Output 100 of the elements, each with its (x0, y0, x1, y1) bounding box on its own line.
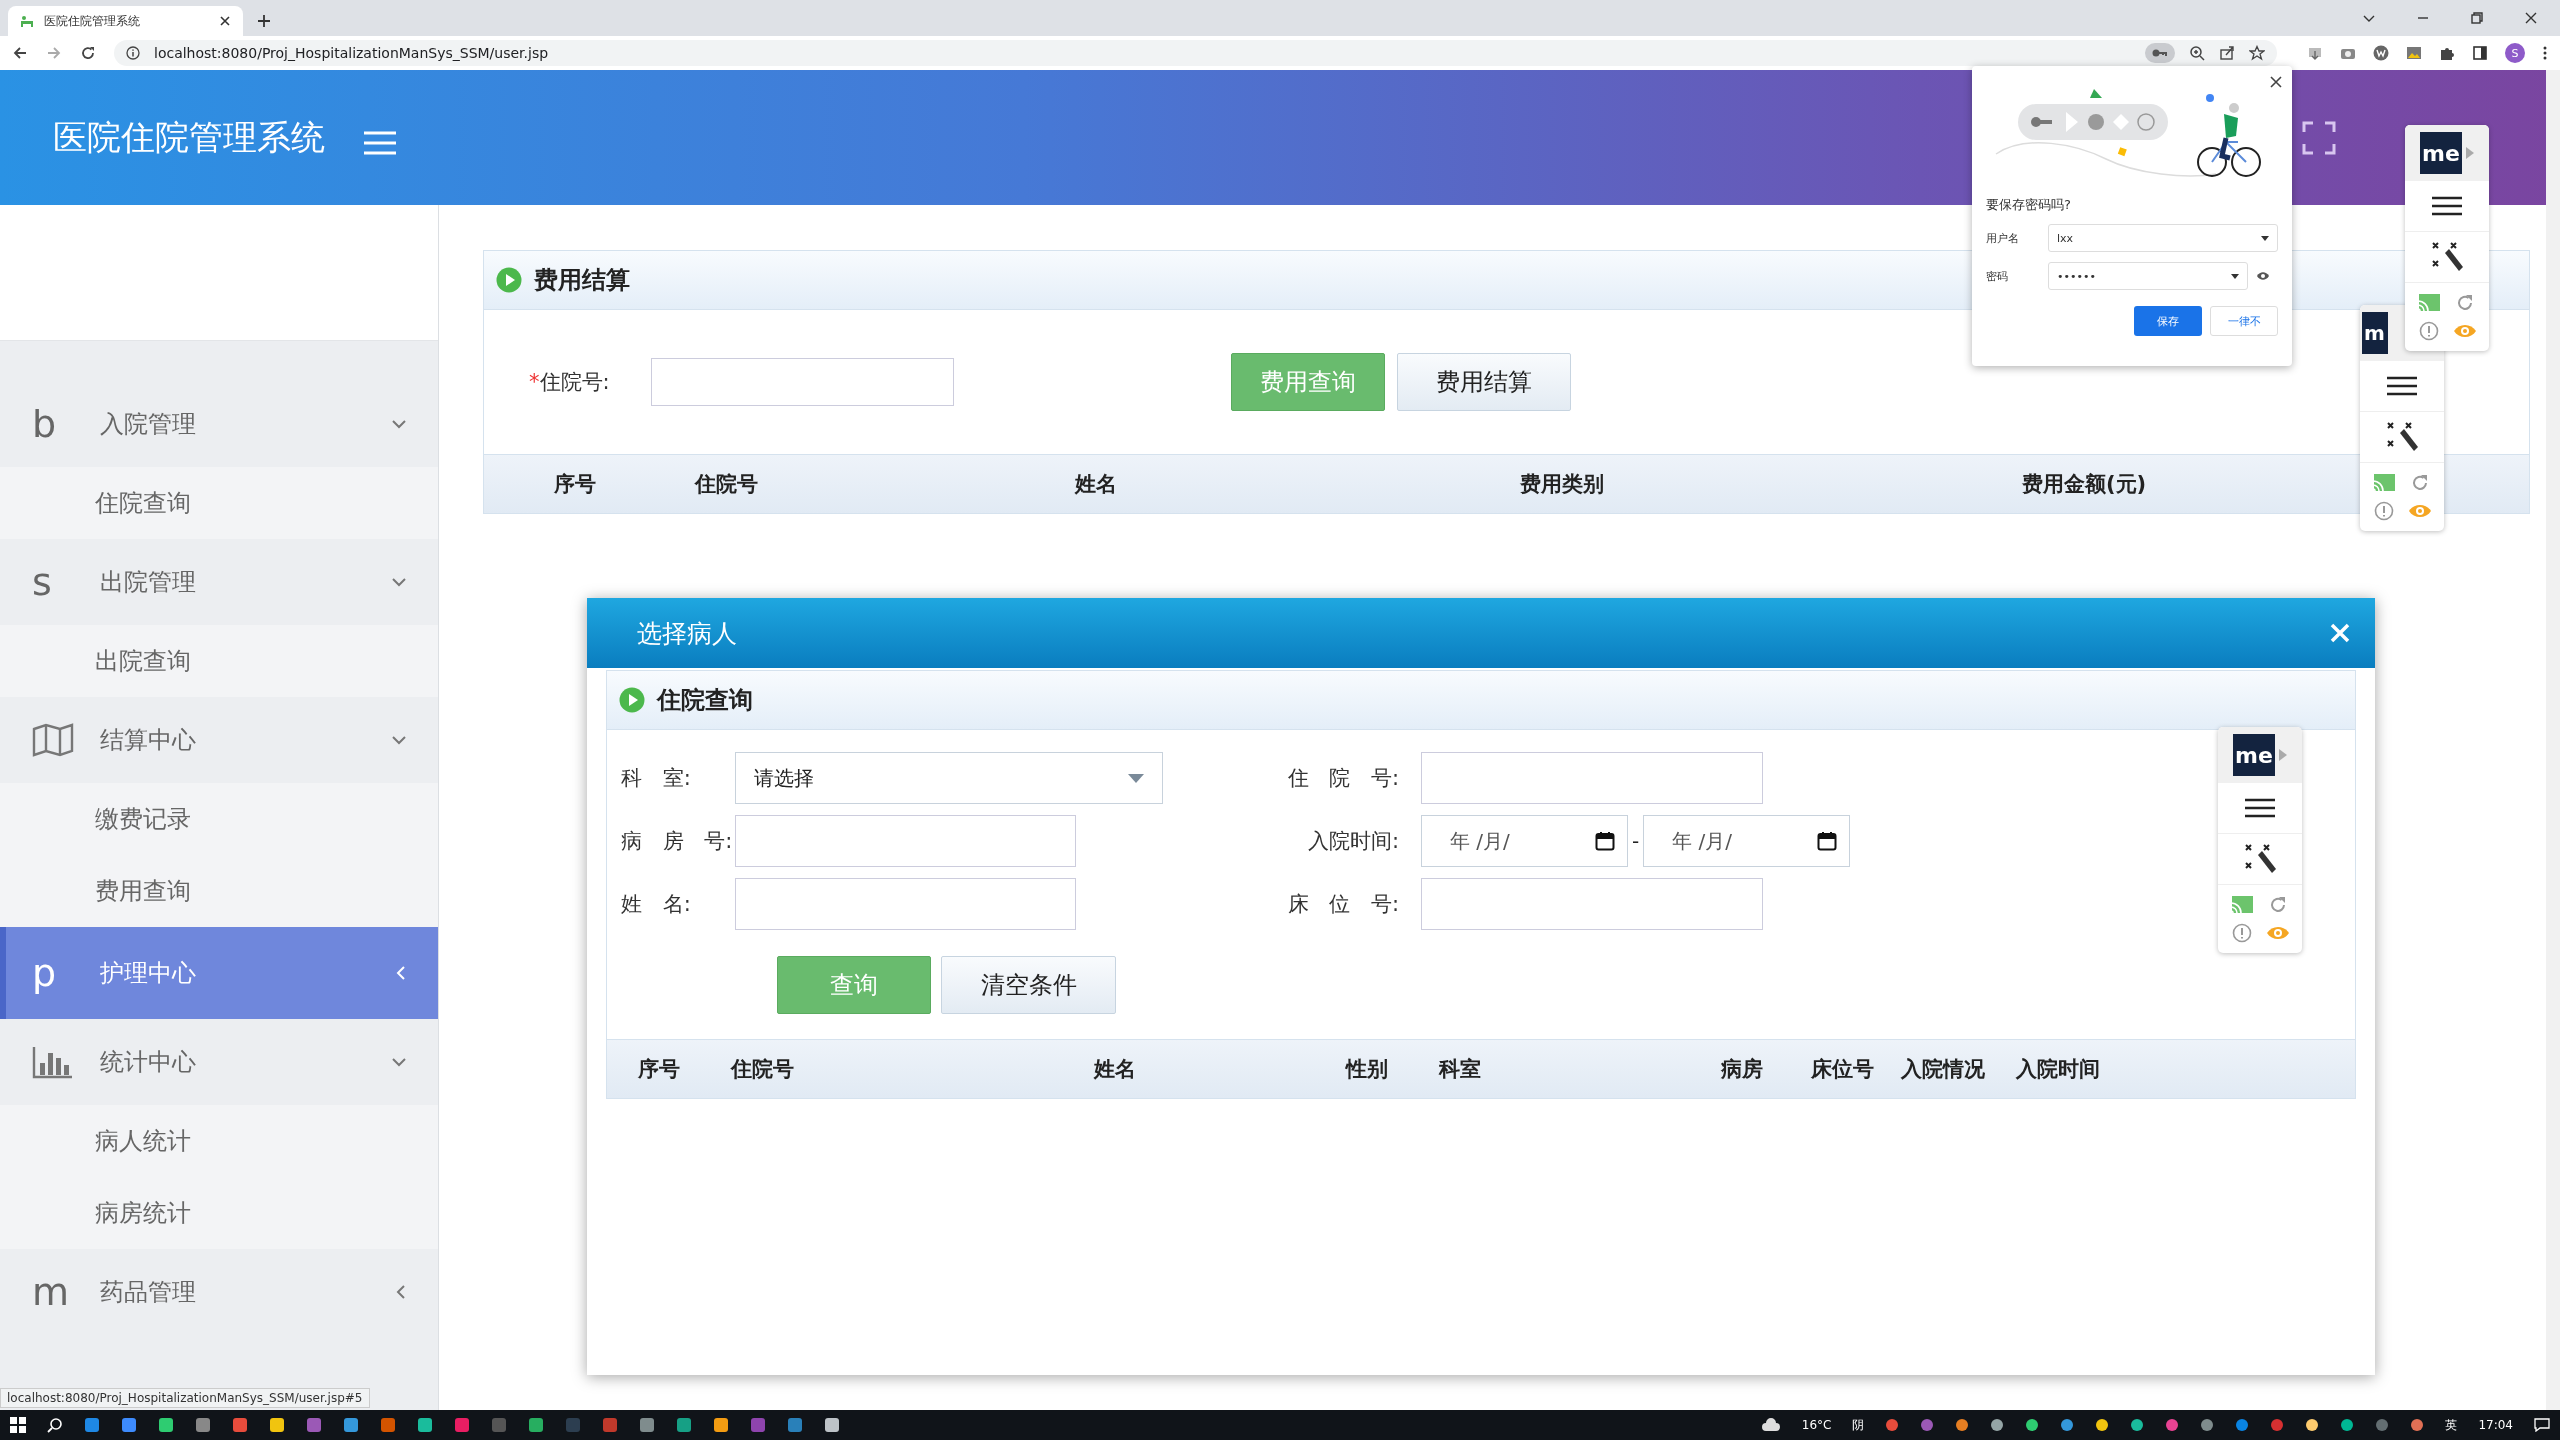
fullscreen-icon[interactable] (2302, 120, 2336, 155)
sidebar-menu-item[interactable]: m 药品管理 (0, 1249, 438, 1335)
close-icon[interactable] (2270, 76, 2282, 88)
date-field[interactable]: 年 /月/ (1421, 815, 1628, 867)
alert-circle-icon[interactable] (2374, 501, 2394, 521)
username-field[interactable]: lxx (2048, 224, 2278, 252)
zoom-icon[interactable] (2189, 45, 2205, 61)
tray-icon[interactable] (2025, 1418, 2040, 1432)
alert-circle-icon[interactable] (2419, 321, 2439, 341)
tray-icon[interactable] (2060, 1418, 2075, 1432)
sidebar-menu-item[interactable]: p 护理中心 (0, 927, 438, 1019)
app-icon[interactable] (158, 1417, 174, 1433)
popup-button[interactable]: 保存 (2134, 306, 2202, 336)
action-button[interactable]: 清空条件 (941, 956, 1116, 1014)
image-icon[interactable] (2406, 45, 2422, 61)
notification-icon[interactable] (2534, 1418, 2550, 1432)
date-field[interactable]: 年 /月/ (1643, 815, 1851, 867)
tray-icon[interactable] (2200, 1418, 2215, 1432)
more-vertical-icon[interactable] (2542, 45, 2548, 61)
input-method-indicator[interactable]: 英 (2445, 1416, 2458, 1434)
column-header: 床位号 (1811, 1056, 1874, 1083)
field-label: 姓 名: (621, 891, 692, 918)
w-badge-icon[interactable] (2373, 45, 2389, 61)
windows-start-icon[interactable] (10, 1417, 26, 1433)
sidebar-menu-item[interactable]: 结算中心 (0, 697, 438, 783)
sidebar-submenu-item[interactable]: 缴费记录 (0, 783, 438, 855)
clock-text[interactable]: 17:04 (2478, 1418, 2513, 1432)
popup-title: 要保存密码吗? (1986, 196, 2072, 214)
department-select[interactable]: 请选择 (735, 752, 1163, 804)
search-icon[interactable] (47, 1417, 63, 1433)
tray-icon[interactable] (1990, 1418, 2005, 1432)
app-icon[interactable] (528, 1417, 544, 1433)
sidebar-menu-item[interactable]: b 入院管理 (0, 381, 438, 467)
app-icon[interactable] (713, 1417, 729, 1433)
back-arrow-icon[interactable] (12, 45, 28, 61)
star-icon[interactable] (2249, 45, 2265, 61)
input-field[interactable] (735, 878, 1076, 930)
input-field[interactable] (1421, 878, 1763, 930)
column-header: 姓名 (1094, 1056, 1136, 1083)
sidebar-menu-item[interactable]: 统计中心 (0, 1019, 438, 1105)
popup-button[interactable]: 一律不 (2210, 306, 2278, 336)
app-icon[interactable] (232, 1417, 248, 1433)
browser-tab[interactable]: 医院住院管理系统 (8, 6, 243, 36)
profile-avatar[interactable]: S (2505, 43, 2525, 63)
download-icon[interactable] (2307, 45, 2323, 61)
menu-icon[interactable] (2387, 376, 2417, 396)
plus-icon[interactable] (257, 14, 271, 28)
tray-icon[interactable] (2095, 1418, 2110, 1432)
app-icon[interactable] (269, 1417, 285, 1433)
caret-down-icon (1128, 773, 1144, 783)
required-mark: * (529, 370, 540, 394)
input-field[interactable] (735, 815, 1076, 867)
key-icon[interactable] (2145, 43, 2175, 63)
app-icon[interactable] (195, 1417, 211, 1433)
app-icon[interactable] (417, 1417, 433, 1433)
puzzle-icon[interactable] (2439, 45, 2455, 61)
sidebar-submenu-item[interactable]: 病人统计 (0, 1105, 438, 1177)
refresh-icon[interactable] (2268, 895, 2288, 915)
close-icon[interactable] (2524, 11, 2538, 25)
eye-icon[interactable] (2256, 271, 2270, 281)
app-icon[interactable] (121, 1417, 137, 1433)
tray-icon[interactable] (2305, 1418, 2320, 1432)
extension-logo[interactable]: m (2362, 312, 2388, 354)
close-icon[interactable] (219, 15, 231, 27)
share-icon[interactable] (2219, 45, 2235, 61)
extension-logo[interactable]: me (2420, 132, 2462, 174)
alert-circle-icon[interactable] (2232, 923, 2252, 943)
app-icon[interactable] (676, 1417, 692, 1433)
sidebar-submenu-item[interactable]: 出院查询 (0, 625, 438, 697)
input-field[interactable] (1421, 752, 1763, 804)
app-icon[interactable] (343, 1417, 359, 1433)
tray-icon[interactable] (2410, 1418, 2425, 1432)
input-field[interactable] (651, 358, 954, 406)
scrollbar[interactable] (2546, 70, 2560, 1410)
app-title: 医院住院管理系统 (53, 115, 325, 159)
map-icon (32, 723, 74, 757)
password-field[interactable]: •••••• (2048, 262, 2248, 290)
tray-icon[interactable] (2165, 1418, 2180, 1432)
menu-icon[interactable] (2432, 196, 2462, 216)
restore-icon[interactable] (2470, 11, 2484, 25)
tray-icon[interactable] (2130, 1418, 2145, 1432)
sidebar-submenu-item[interactable]: 住院查询 (0, 467, 438, 539)
action-button[interactable]: 费用结算 (1397, 353, 1571, 411)
side-panel-icon[interactable] (2472, 45, 2488, 61)
app-icon[interactable] (84, 1417, 100, 1433)
tray-icon[interactable] (2340, 1418, 2355, 1432)
play-circle-icon (619, 687, 645, 713)
column-header: 病房 (1721, 1056, 1763, 1083)
app-icon[interactable] (639, 1417, 655, 1433)
extension-logo[interactable]: me (2233, 734, 2275, 776)
refresh-icon[interactable] (2410, 473, 2430, 493)
menu-icon[interactable] (2245, 798, 2275, 818)
sidebar-menu-item[interactable]: s 出院管理 (0, 539, 438, 625)
tray-icon[interactable] (1955, 1418, 1970, 1432)
address-field[interactable]: localhost:8080/Proj_HospitalizationManSys_SSM/user.jsp (114, 40, 2277, 66)
reload-icon[interactable] (80, 45, 96, 61)
sidebar-submenu-item[interactable]: 病房统计 (0, 1177, 438, 1249)
sidebar-submenu-item[interactable]: 费用查询 (0, 855, 438, 927)
refresh-icon[interactable] (2455, 293, 2475, 313)
app-icon[interactable] (824, 1417, 840, 1433)
